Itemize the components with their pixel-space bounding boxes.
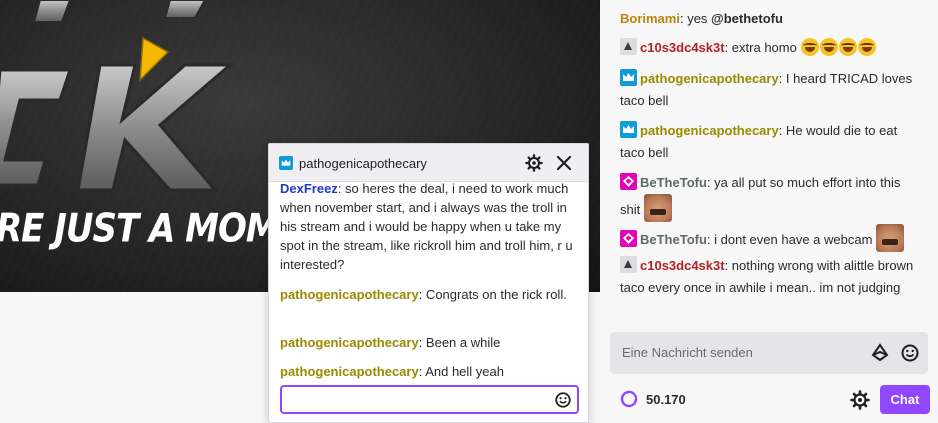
channel-points-value: 50.170 bbox=[646, 391, 686, 407]
chat-username[interactable]: pathogenicapothecary bbox=[640, 123, 779, 138]
whisper-message-list: DexFreez: so heres the deal, i need to w… bbox=[269, 182, 588, 384]
streamer-face-emote-icon bbox=[876, 224, 905, 252]
broadcaster-badge-icon[interactable] bbox=[620, 230, 637, 247]
emote-picker-icon[interactable] bbox=[900, 343, 920, 363]
chat-message: c10s3dc4sk3t: extra homo bbox=[620, 37, 920, 59]
chat-settings-gear-icon[interactable] bbox=[850, 390, 870, 410]
crown-badge-icon[interactable] bbox=[620, 69, 637, 86]
channel-points[interactable]: 50.170 bbox=[620, 390, 686, 408]
whisper-message: DexFreez: so heres the deal, i need to w… bbox=[280, 182, 576, 274]
whisper-username[interactable]: pathogenicapothecary bbox=[280, 335, 419, 350]
whisper-title: pathogenicapothecary bbox=[299, 156, 427, 171]
chat-message: BeTheTofu: ya all put so much effort int… bbox=[620, 172, 920, 222]
chat-text: : i dont even have a webcam bbox=[706, 232, 873, 247]
whisper-username[interactable]: pathogenicapothecary bbox=[280, 287, 419, 302]
whisper-message: pathogenicapothecary: Been a while bbox=[280, 333, 576, 352]
whisper-header[interactable]: pathogenicapothecary bbox=[269, 144, 588, 182]
chat-mention[interactable]: @bethetofu bbox=[711, 11, 783, 26]
whisper-message: pathogenicapothecary: Congrats on the ri… bbox=[280, 285, 576, 304]
chat-message: c10s3dc4sk3t: nothing wrong with alittle… bbox=[620, 255, 920, 299]
chat-message: pathogenicapothecary: He would die to ea… bbox=[620, 120, 920, 164]
whisper-message: pathogenicapothecary: And hell yeah bbox=[280, 362, 576, 381]
chat-text: : extra homo bbox=[724, 40, 797, 55]
whisper-username[interactable]: pathogenicapothecary bbox=[280, 364, 419, 379]
laughing-emoji-icon bbox=[858, 38, 877, 56]
whisper-username[interactable]: DexFreez bbox=[280, 182, 338, 196]
chat-message: pathogenicapothecary: I heard TRICAD lov… bbox=[620, 68, 920, 112]
moderator-badge-icon[interactable] bbox=[620, 256, 637, 273]
crown-badge-icon bbox=[279, 156, 293, 170]
chat-username[interactable]: c10s3dc4sk3t bbox=[640, 258, 725, 273]
moderator-badge-icon[interactable] bbox=[620, 38, 637, 55]
whisper-text: : Congrats on the rick roll. bbox=[418, 287, 567, 302]
chat-username[interactable]: c10s3dc4sk3t bbox=[640, 40, 725, 55]
broadcaster-badge-icon[interactable] bbox=[620, 173, 637, 190]
chat-username[interactable]: BeTheTofu bbox=[640, 175, 707, 190]
whisper-settings-gear-icon[interactable] bbox=[525, 154, 543, 172]
laughing-emoji-icon bbox=[839, 38, 858, 56]
whisper-text: : Been a while bbox=[418, 335, 501, 350]
bits-icon[interactable] bbox=[870, 343, 890, 363]
whisper-text: : And hell yeah bbox=[418, 364, 504, 379]
streamer-face-emote-icon bbox=[644, 194, 673, 222]
chat-input-placeholder: Eine Nachricht senden bbox=[622, 345, 753, 360]
chat-message: BeTheTofu: i dont even have a webcam bbox=[620, 224, 920, 252]
chat-text: : yes bbox=[679, 11, 712, 26]
chat-username[interactable]: pathogenicapothecary bbox=[640, 71, 779, 86]
emote-picker-icon[interactable] bbox=[554, 391, 572, 409]
whisper-window: pathogenicapothecary DexFreez: so heres … bbox=[268, 143, 589, 423]
chat-input[interactable]: Eine Nachricht senden bbox=[610, 332, 928, 374]
laughing-emoji-icon bbox=[801, 38, 820, 56]
laughing-emoji-icon bbox=[820, 38, 839, 56]
chat-panel: Borimami: yes @bethetofu c10s3dc4sk3t: e… bbox=[600, 0, 938, 423]
whisper-input[interactable] bbox=[280, 385, 579, 414]
chat-username[interactable]: BeTheTofu bbox=[640, 232, 707, 247]
chat-send-button[interactable]: Chat bbox=[880, 385, 930, 414]
crown-badge-icon[interactable] bbox=[620, 121, 637, 138]
chat-message: Borimami: yes @bethetofu bbox=[620, 8, 920, 30]
channel-points-icon bbox=[620, 390, 638, 408]
chat-username[interactable]: Borimami bbox=[620, 11, 680, 26]
close-icon[interactable] bbox=[556, 155, 572, 171]
